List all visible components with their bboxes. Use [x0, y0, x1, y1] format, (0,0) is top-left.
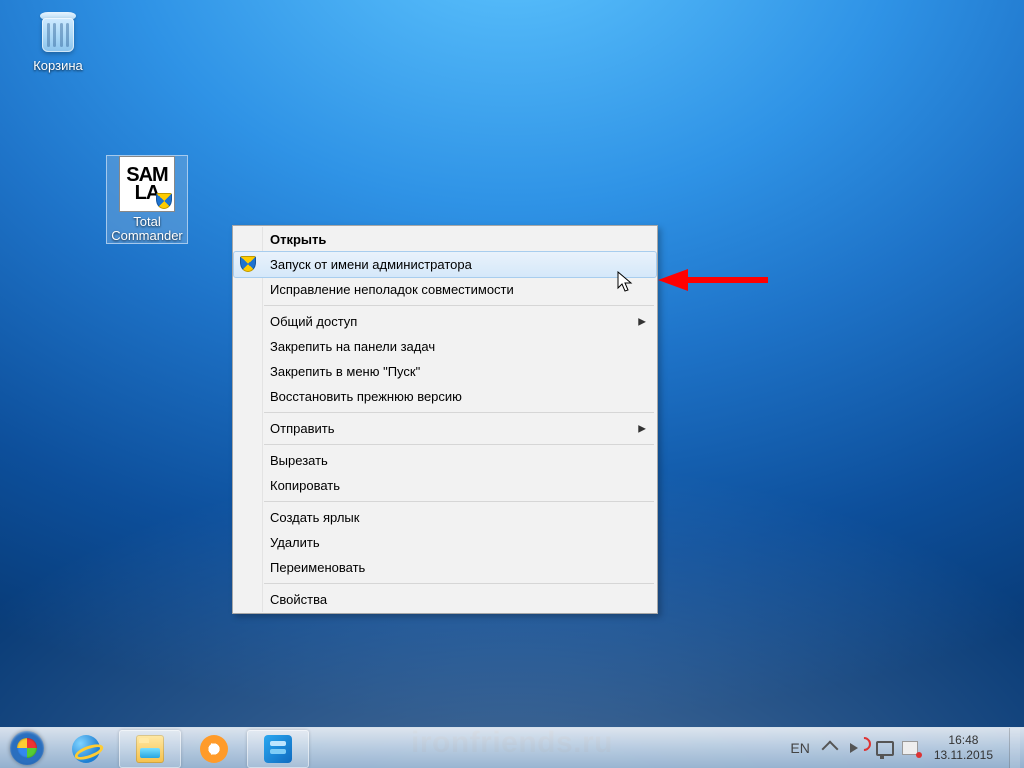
context-menu-item-label: Создать ярлык — [270, 510, 359, 525]
context-menu-list: Открыть Запуск от имени администратора Исп… — [234, 227, 656, 612]
context-menu-item-label: Общий доступ — [270, 314, 357, 329]
windows-orb-icon — [10, 731, 44, 765]
context-menu-item[interactable]: Создать ярлык — [234, 505, 656, 530]
context-menu-item-label: Свойства — [270, 592, 327, 607]
context-menu-separator — [234, 501, 656, 502]
context-menu-item[interactable]: Исправление неполадок совместимости — [234, 277, 656, 302]
context-menu-item-label: Открыть — [270, 232, 326, 247]
start-button[interactable] — [0, 728, 54, 768]
context-menu-item[interactable]: Отправить ▶ — [234, 416, 656, 441]
uac-shield-icon — [156, 193, 172, 209]
context-menu-item[interactable]: Свойства — [234, 587, 656, 612]
context-menu-separator — [234, 305, 656, 306]
taskbar: EN 16:48 13.11.2015 — [0, 727, 1024, 768]
context-menu-item-label: Отправить — [270, 421, 334, 436]
taskbar-button-media-player[interactable] — [183, 730, 245, 768]
clock-time: 16:48 — [934, 733, 993, 748]
context-menu-item[interactable]: Открыть — [234, 227, 656, 252]
context-menu-item[interactable]: Закрепить в меню "Пуск" — [234, 359, 656, 384]
system-tray: EN 16:48 13.11.2015 — [786, 728, 1024, 768]
context-menu-item-label: Исправление неполадок совместимости — [270, 282, 514, 297]
show-desktop-button[interactable] — [1009, 728, 1020, 768]
context-menu-item-label: Удалить — [270, 535, 320, 550]
context-menu-separator — [234, 444, 656, 445]
recycle-bin-icon — [34, 8, 82, 56]
clock-date: 13.11.2015 — [934, 748, 993, 763]
show-hidden-icons[interactable] — [824, 740, 840, 756]
context-menu-item[interactable]: Переименовать — [234, 555, 656, 580]
total-commander-icon: SAM LA — [119, 156, 175, 212]
context-menu-item[interactable]: Удалить — [234, 530, 656, 555]
internet-explorer-icon — [72, 735, 100, 763]
context-menu-separator — [234, 583, 656, 584]
explorer-icon — [136, 735, 164, 763]
uac-shield-icon — [240, 256, 256, 272]
submenu-arrow-icon: ▶ — [638, 316, 646, 327]
taskbar-button-ie[interactable] — [55, 730, 117, 768]
context-menu-item-label: Восстановить прежнюю версию — [270, 389, 462, 404]
context-menu-separator — [234, 412, 656, 413]
desktop-icon-total-commander[interactable]: SAM LA Total Commander — [107, 156, 187, 243]
context-menu-item-label: Копировать — [270, 478, 340, 493]
context-menu-item-label: Переименовать — [270, 560, 365, 575]
action-center-icon[interactable] — [902, 740, 918, 756]
desktop[interactable]: Корзина SAM LA Total Commander Открыть За… — [0, 0, 1024, 768]
context-menu: Открыть Запуск от имени администратора Исп… — [232, 225, 658, 614]
annotation-arrow — [658, 269, 768, 291]
context-menu-item-label: Вырезать — [270, 453, 328, 468]
network-icon[interactable] — [876, 740, 892, 756]
context-menu-item-label: Запуск от имени администратора — [270, 257, 472, 272]
context-menu-item-label: Закрепить на панели задач — [270, 339, 435, 354]
taskbar-button-app[interactable] — [247, 730, 309, 768]
context-menu-item[interactable]: Общий доступ ▶ — [234, 309, 656, 334]
media-player-icon — [200, 735, 228, 763]
context-menu-item[interactable]: Восстановить прежнюю версию — [234, 384, 656, 409]
icon-label: Корзина — [18, 59, 98, 73]
context-menu-item[interactable]: Закрепить на панели задач — [234, 334, 656, 359]
taskbar-button-explorer[interactable] — [119, 730, 181, 768]
app-icon — [264, 735, 292, 763]
context-menu-item[interactable]: Копировать — [234, 473, 656, 498]
context-menu-item-label: Закрепить в меню "Пуск" — [270, 364, 420, 379]
desktop-icon-recycle-bin[interactable]: Корзина — [18, 8, 98, 73]
submenu-arrow-icon: ▶ — [638, 423, 646, 434]
context-menu-item[interactable]: Вырезать — [234, 448, 656, 473]
context-menu-item[interactable]: Запуск от имени администратора — [234, 252, 656, 277]
clock[interactable]: 16:48 13.11.2015 — [928, 733, 999, 763]
icon-label: Total Commander — [107, 215, 187, 243]
volume-icon[interactable] — [850, 740, 866, 756]
language-indicator[interactable]: EN — [786, 740, 813, 756]
